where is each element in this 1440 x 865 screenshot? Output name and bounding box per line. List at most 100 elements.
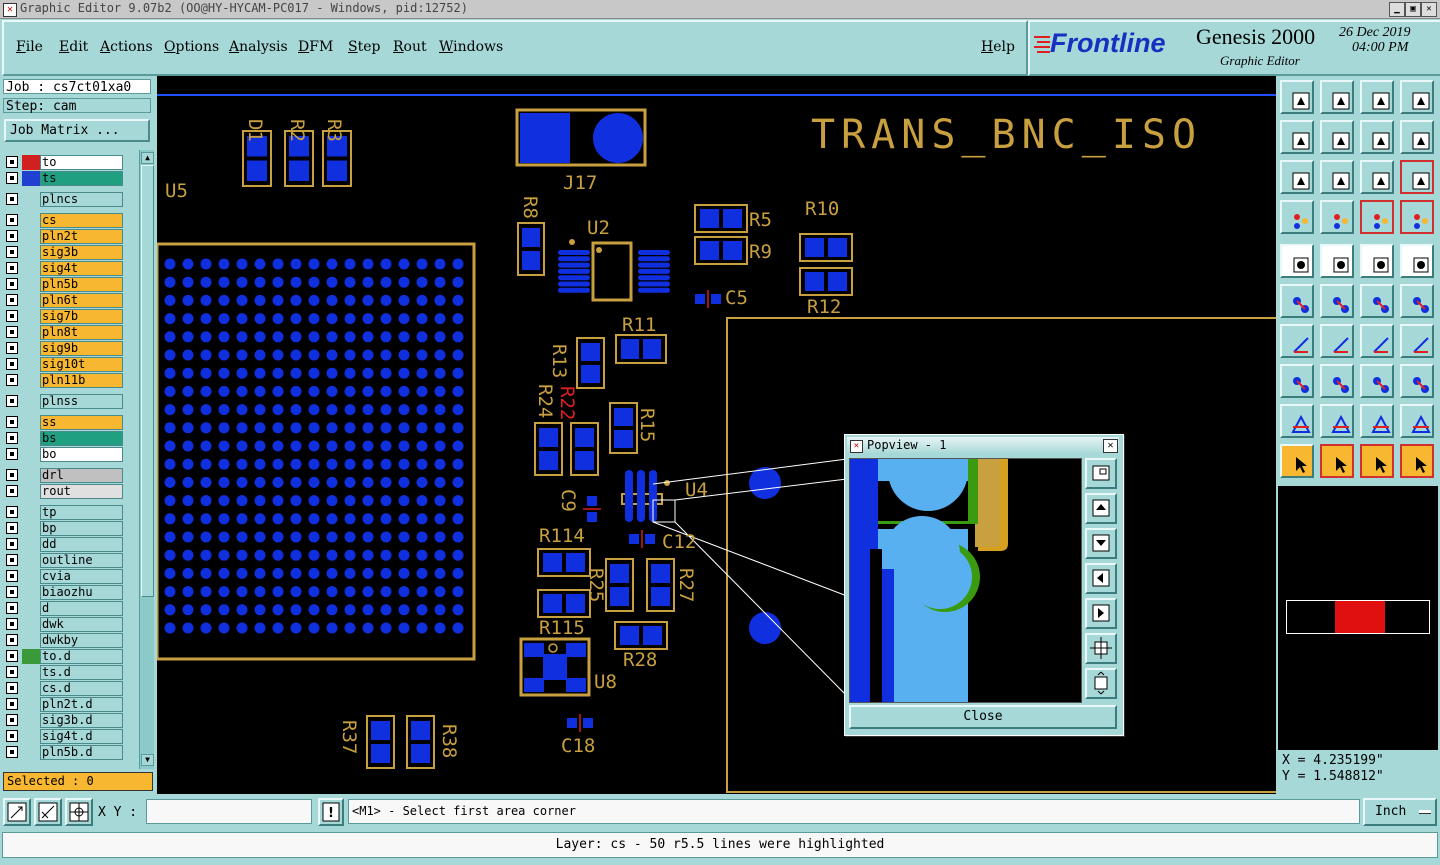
pad-edit-button[interactable] bbox=[1280, 364, 1314, 398]
pads-cluster-button[interactable] bbox=[1400, 364, 1434, 398]
line-red-button[interactable] bbox=[1320, 364, 1354, 398]
triangle-cut-button[interactable] bbox=[1400, 404, 1434, 438]
layer-name[interactable]: ts bbox=[40, 171, 123, 186]
layer-checkbox[interactable] bbox=[6, 395, 18, 407]
close-window-button[interactable]: ✕ bbox=[1421, 2, 1437, 17]
layer-name[interactable]: cvia bbox=[40, 569, 123, 584]
layer-name[interactable]: pln11b bbox=[40, 373, 123, 388]
slash-red-button[interactable] bbox=[1320, 244, 1354, 278]
net-button[interactable] bbox=[1280, 284, 1314, 318]
layer-name[interactable]: sig3b bbox=[40, 245, 123, 260]
layer-name[interactable]: sig4t bbox=[40, 261, 123, 276]
scroll-thumb[interactable] bbox=[141, 165, 154, 597]
layer-row-dd[interactable]: dd bbox=[4, 537, 138, 552]
layer-name[interactable]: plnss bbox=[40, 394, 123, 409]
menu-file[interactable]: File bbox=[16, 39, 43, 55]
zoom-area-button[interactable] bbox=[3, 798, 31, 826]
layer-row-drl[interactable]: drl bbox=[4, 468, 138, 483]
traffic-light-alt-button[interactable] bbox=[1400, 200, 1434, 234]
layer-row-ss[interactable]: ss bbox=[4, 415, 138, 430]
layer-row-ts-d[interactable]: ts.d bbox=[4, 665, 138, 680]
layer-checkbox[interactable] bbox=[6, 666, 18, 678]
layer-checkbox[interactable] bbox=[6, 310, 18, 322]
layer-checkbox[interactable] bbox=[6, 294, 18, 306]
triangle-arc-button[interactable] bbox=[1360, 404, 1394, 438]
popview-pan-left-button[interactable] bbox=[1085, 563, 1117, 594]
popview-pan-right-button[interactable] bbox=[1085, 598, 1117, 629]
units-dropdown[interactable]: Inch bbox=[1363, 798, 1437, 826]
layer-name[interactable]: sig3b.d bbox=[40, 713, 123, 728]
select-region-button[interactable] bbox=[1360, 444, 1394, 478]
layer-row-pln5b-d[interactable]: pln5b.d bbox=[4, 745, 138, 760]
popview-title-bar[interactable]: ✕ Popview - 1 ✕ bbox=[847, 437, 1119, 454]
layer-row-bs[interactable]: bs bbox=[4, 431, 138, 446]
layer-checkbox[interactable] bbox=[6, 358, 18, 370]
popview-zoom-fit-button[interactable] bbox=[1085, 458, 1117, 489]
layer-row-plnss[interactable]: plnss bbox=[4, 394, 138, 409]
menu-actions[interactable]: Actions bbox=[100, 39, 153, 55]
layer-checkbox[interactable] bbox=[6, 485, 18, 497]
layer-row-pln2t-d[interactable]: pln2t.d bbox=[4, 697, 138, 712]
layer-row-plncs[interactable]: plncs bbox=[4, 192, 138, 207]
line-add-button[interactable] bbox=[1360, 284, 1394, 318]
layer-row-sig10t[interactable]: sig10t bbox=[4, 357, 138, 372]
layer-checkbox[interactable] bbox=[6, 469, 18, 481]
layer-name[interactable]: sig9b bbox=[40, 341, 123, 356]
select-box-button[interactable] bbox=[1320, 444, 1354, 478]
fit-screen-button[interactable] bbox=[1280, 160, 1314, 194]
layer-row-pln8t[interactable]: pln8t bbox=[4, 325, 138, 340]
center-button[interactable] bbox=[1320, 160, 1354, 194]
layer-name[interactable]: bo bbox=[40, 447, 123, 462]
grid-button[interactable] bbox=[65, 798, 93, 826]
layer-name[interactable]: pln5b.d bbox=[40, 745, 123, 760]
select-arrow-button[interactable] bbox=[1280, 444, 1314, 478]
layer-name[interactable]: pln2t bbox=[40, 229, 123, 244]
layer-name[interactable]: ss bbox=[40, 415, 123, 430]
menu-windows[interactable]: Windows bbox=[439, 39, 503, 55]
layer-row-dwk[interactable]: dwk bbox=[4, 617, 138, 632]
menu-rout[interactable]: Rout bbox=[393, 39, 427, 55]
layer-name[interactable]: rout bbox=[40, 484, 123, 499]
layer-checkbox[interactable] bbox=[6, 522, 18, 534]
layer-name[interactable]: to bbox=[40, 155, 123, 170]
scroll-down-arrow[interactable]: ▼ bbox=[141, 754, 154, 766]
layer-checkbox[interactable] bbox=[6, 156, 18, 168]
menu-help[interactable]: Help bbox=[981, 39, 1015, 55]
layer-name[interactable]: dwkby bbox=[40, 633, 123, 648]
angle-button[interactable] bbox=[1280, 324, 1314, 358]
minimize-button[interactable]: ▁ bbox=[1389, 2, 1405, 17]
text-ff-button[interactable] bbox=[1400, 324, 1434, 358]
layer-name[interactable]: sig10t bbox=[40, 357, 123, 372]
xy-input[interactable] bbox=[146, 799, 312, 824]
layer-name[interactable]: pln8t bbox=[40, 325, 123, 340]
layer-row-pln6t[interactable]: pln6t bbox=[4, 293, 138, 308]
popview-pan-up-button[interactable] bbox=[1085, 493, 1117, 524]
menu-edit[interactable]: Edit bbox=[59, 39, 88, 55]
triangle-alt-button[interactable] bbox=[1320, 404, 1354, 438]
zoom-page-down-button[interactable] bbox=[1320, 80, 1354, 114]
layer-checkbox[interactable] bbox=[6, 714, 18, 726]
triangle-button[interactable] bbox=[1280, 404, 1314, 438]
popview-close-icon[interactable]: ✕ bbox=[1103, 439, 1118, 453]
layer-checkbox[interactable] bbox=[6, 416, 18, 428]
layer-row-cs-d[interactable]: cs.d bbox=[4, 681, 138, 696]
layer-checkbox[interactable] bbox=[6, 554, 18, 566]
layer-row-sig4t-d[interactable]: sig4t.d bbox=[4, 729, 138, 744]
layer-checkbox[interactable] bbox=[6, 586, 18, 598]
layer-name[interactable]: bp bbox=[40, 521, 123, 536]
layer-name[interactable]: pln2t.d bbox=[40, 697, 123, 712]
line-edit-button[interactable] bbox=[1320, 324, 1354, 358]
layer-name[interactable]: sig7b bbox=[40, 309, 123, 324]
layer-row-sig3b-d[interactable]: sig3b.d bbox=[4, 713, 138, 728]
layer-checkbox[interactable] bbox=[6, 538, 18, 550]
circle-select-button[interactable] bbox=[1400, 244, 1434, 278]
layer-name[interactable]: dd bbox=[40, 537, 123, 552]
help-button[interactable] bbox=[1400, 160, 1434, 194]
layer-name[interactable]: cs.d bbox=[40, 681, 123, 696]
grid-button[interactable] bbox=[1320, 200, 1354, 234]
layer-row-sig9b[interactable]: sig9b bbox=[4, 341, 138, 356]
layer-checkbox[interactable] bbox=[6, 262, 18, 274]
popview-close-button[interactable]: Close bbox=[849, 705, 1117, 729]
layer-checkbox[interactable] bbox=[6, 432, 18, 444]
layer-checkbox[interactable] bbox=[6, 214, 18, 226]
